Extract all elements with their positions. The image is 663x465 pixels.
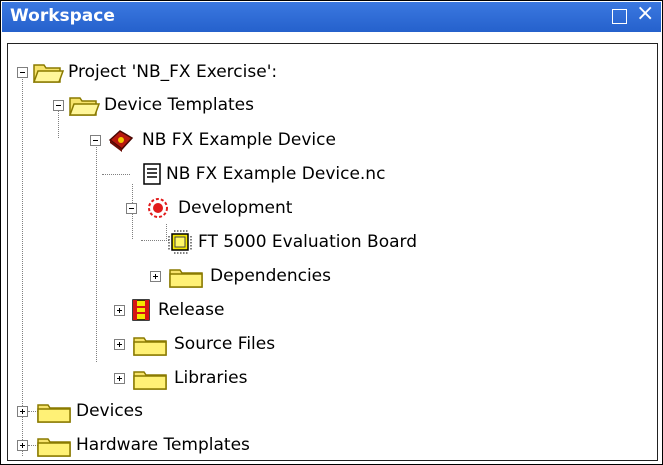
open-folder-icon	[32, 64, 64, 83]
tree-label: NB FX Example Device	[142, 130, 336, 150]
expand-toggle[interactable]	[17, 440, 28, 451]
tree-label: Project 'NB_FX Exercise':	[68, 62, 278, 82]
chip-icon	[168, 230, 192, 254]
tree-line	[166, 224, 167, 239]
release-icon	[132, 299, 150, 321]
titlebar: Workspace ×	[2, 1, 661, 32]
target-icon	[148, 198, 168, 218]
tree-label: Dependencies	[210, 266, 331, 286]
workspace-tree[interactable]: Project 'NB_FX Exercise': Device Templat…	[7, 43, 658, 461]
collapse-toggle[interactable]	[126, 203, 137, 214]
tree-label: Source Files	[174, 334, 276, 354]
document-icon	[143, 163, 161, 185]
collapse-toggle[interactable]	[90, 135, 101, 146]
tree-label: Libraries	[174, 368, 248, 388]
tree-line	[102, 174, 130, 175]
tree-label: NB FX Example Device.nc	[166, 164, 386, 184]
folder-icon	[37, 438, 71, 457]
tree-label: FT 5000 Evaluation Board	[198, 232, 417, 252]
device-icon	[108, 130, 134, 152]
expand-toggle[interactable]	[114, 339, 125, 350]
maximize-button[interactable]	[612, 9, 627, 24]
expand-toggle[interactable]	[150, 271, 161, 282]
close-button[interactable]: ×	[636, 1, 654, 26]
expand-toggle[interactable]	[17, 406, 28, 417]
expand-toggle[interactable]	[114, 305, 125, 316]
tree-label: Devices	[76, 401, 143, 421]
collapse-toggle[interactable]	[17, 67, 28, 78]
tree-line	[22, 76, 23, 456]
tree-line	[96, 142, 97, 362]
folder-icon	[169, 269, 203, 288]
workspace-panel: Workspace × Project 'NB_FX Exercise': De…	[0, 0, 663, 465]
tree-label: Development	[178, 198, 293, 218]
open-folder-icon	[68, 97, 100, 116]
tree-line	[141, 240, 169, 241]
window-title: Workspace	[10, 6, 115, 26]
tree-line	[58, 108, 59, 138]
tree-label: Release	[158, 300, 225, 320]
folder-icon	[133, 371, 167, 390]
collapse-toggle[interactable]	[53, 100, 64, 111]
folder-icon	[37, 404, 71, 423]
expand-toggle[interactable]	[114, 373, 125, 384]
folder-icon	[133, 337, 167, 356]
tree-label: Hardware Templates	[76, 435, 250, 455]
tree-label: Device Templates	[104, 95, 254, 115]
